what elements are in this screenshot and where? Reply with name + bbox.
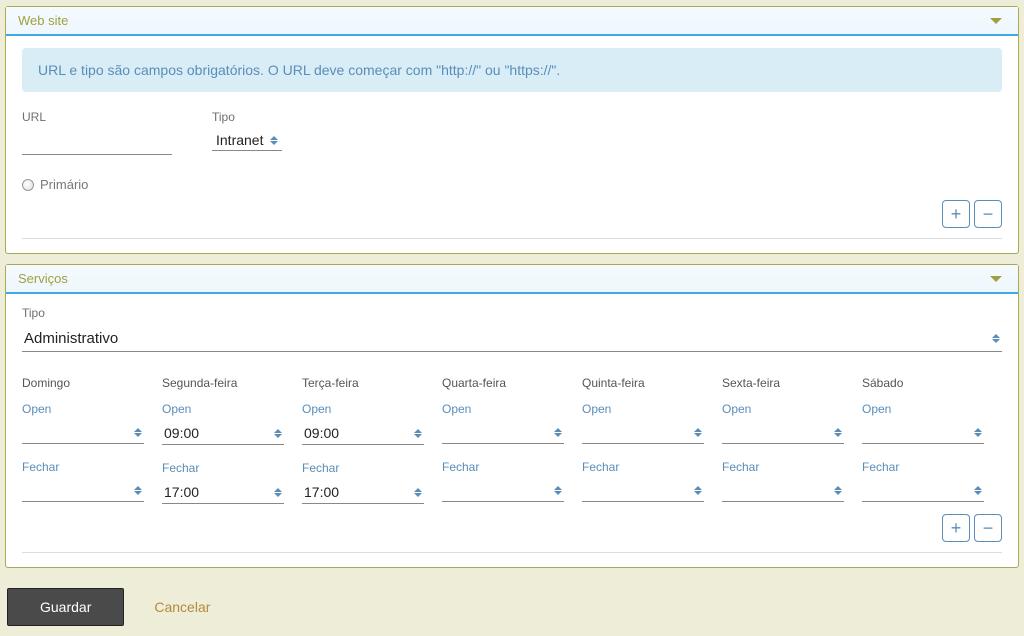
day-name: Sábado — [862, 376, 984, 390]
close-time-select[interactable] — [862, 480, 984, 502]
remove-website-button[interactable]: − — [974, 200, 1002, 228]
website-info-message: URL e tipo são campos obrigatórios. O UR… — [22, 48, 1002, 92]
day-name: Terça-feira — [302, 376, 424, 390]
divider — [22, 238, 1002, 239]
plus-icon: + — [951, 519, 962, 537]
minus-icon: − — [983, 205, 994, 223]
tipo-label: Tipo — [212, 110, 282, 124]
open-time-select[interactable]: 09:00 — [302, 422, 424, 445]
servicos-tipo-value: Administrativo — [24, 330, 992, 347]
close-time-select[interactable] — [582, 480, 704, 502]
url-label: URL — [22, 110, 172, 124]
updown-icon — [694, 427, 702, 439]
updown-icon — [274, 427, 282, 439]
updown-icon — [134, 427, 142, 439]
open-label: Open — [162, 402, 284, 416]
open-time-select[interactable] — [442, 422, 564, 444]
updown-icon — [414, 486, 422, 498]
close-time-select[interactable]: 17:00 — [302, 481, 424, 504]
website-panel: Web site URL e tipo são campos obrigatór… — [5, 6, 1019, 254]
servicos-tipo-select[interactable]: Administrativo — [22, 326, 1002, 352]
day-name: Segunda-feira — [162, 376, 284, 390]
close-time-select[interactable] — [442, 480, 564, 502]
plus-icon: + — [951, 205, 962, 223]
open-label: Open — [862, 402, 984, 416]
open-label: Open — [302, 402, 424, 416]
chevron-down-icon — [990, 18, 1002, 24]
close-label: Fechar — [22, 460, 144, 474]
remove-service-button[interactable]: − — [974, 514, 1002, 542]
day-column: Segunda-feira Open 09:00 Fechar 17:00 — [162, 376, 302, 520]
tipo-select[interactable]: Intranet — [212, 130, 282, 151]
updown-icon — [270, 134, 278, 146]
updown-icon — [974, 427, 982, 439]
url-input[interactable] — [22, 130, 172, 155]
close-time-value: 17:00 — [164, 484, 274, 500]
day-column: Sexta-feira Open Fechar — [722, 376, 862, 520]
day-column: Terça-feira Open 09:00 Fechar 17:00 — [302, 376, 442, 520]
close-label: Fechar — [162, 461, 284, 475]
open-label: Open — [442, 402, 564, 416]
servicos-panel-header[interactable]: Serviços — [6, 265, 1018, 294]
close-label: Fechar — [722, 460, 844, 474]
cancel-button[interactable]: Cancelar — [154, 599, 210, 615]
open-time-select[interactable] — [862, 422, 984, 444]
open-label: Open — [582, 402, 704, 416]
add-service-button[interactable]: + — [942, 514, 970, 542]
tipo-field: Tipo Intranet — [212, 110, 282, 155]
close-time-value: 17:00 — [304, 484, 414, 500]
website-panel-header[interactable]: Web site — [6, 7, 1018, 36]
close-label: Fechar — [862, 460, 984, 474]
updown-icon — [554, 485, 562, 497]
open-time-select[interactable]: 09:00 — [162, 422, 284, 445]
open-time-select[interactable] — [582, 422, 704, 444]
day-name: Quarta-feira — [442, 376, 564, 390]
servicos-tipo-label: Tipo — [22, 306, 1002, 320]
primario-radio[interactable] — [22, 179, 34, 191]
close-time-select[interactable] — [722, 480, 844, 502]
minus-icon: − — [983, 519, 994, 537]
day-column: Domingo Open Fechar — [22, 376, 162, 520]
url-field: URL — [22, 110, 172, 155]
updown-icon — [554, 427, 562, 439]
footer-actions: Guardar Cancelar — [5, 578, 1019, 636]
open-time-select[interactable] — [722, 422, 844, 444]
day-column: Quarta-feira Open Fechar — [442, 376, 582, 520]
divider — [22, 552, 1002, 553]
updown-icon — [834, 427, 842, 439]
day-name: Domingo — [22, 376, 144, 390]
open-time-value: 09:00 — [164, 425, 274, 441]
updown-icon — [834, 485, 842, 497]
chevron-down-icon — [990, 276, 1002, 282]
close-label: Fechar — [442, 460, 564, 474]
open-label: Open — [22, 402, 144, 416]
website-panel-title: Web site — [18, 13, 68, 28]
close-time-select[interactable]: 17:00 — [162, 481, 284, 504]
close-time-select[interactable] — [22, 480, 144, 502]
updown-icon — [134, 485, 142, 497]
updown-icon — [274, 486, 282, 498]
day-column: Quinta-feira Open Fechar — [582, 376, 722, 520]
day-name: Sexta-feira — [722, 376, 844, 390]
website-panel-body: URL e tipo são campos obrigatórios. O UR… — [6, 36, 1018, 253]
updown-icon — [992, 333, 1000, 345]
open-label: Open — [722, 402, 844, 416]
updown-icon — [694, 485, 702, 497]
day-column: Sábado Open Fechar — [862, 376, 1002, 520]
updown-icon — [414, 427, 422, 439]
servicos-panel-body: Tipo Administrativo DomingoOpenFecharSeg… — [6, 294, 1018, 567]
open-time-value: 09:00 — [304, 425, 414, 441]
close-label: Fechar — [302, 461, 424, 475]
servicos-panel-title: Serviços — [18, 271, 68, 286]
open-time-select[interactable] — [22, 422, 144, 444]
close-label: Fechar — [582, 460, 704, 474]
primario-label: Primário — [40, 177, 88, 192]
tipo-value: Intranet — [216, 132, 270, 148]
add-website-button[interactable]: + — [942, 200, 970, 228]
servicos-panel: Serviços Tipo Administrativo Domingo Open… — [5, 264, 1019, 568]
day-name: Quinta-feira — [582, 376, 704, 390]
days-row: Domingo Open Fechar Segunda-feira Open 09:00 F… — [22, 376, 1002, 520]
updown-icon — [974, 485, 982, 497]
save-button[interactable]: Guardar — [7, 588, 124, 626]
